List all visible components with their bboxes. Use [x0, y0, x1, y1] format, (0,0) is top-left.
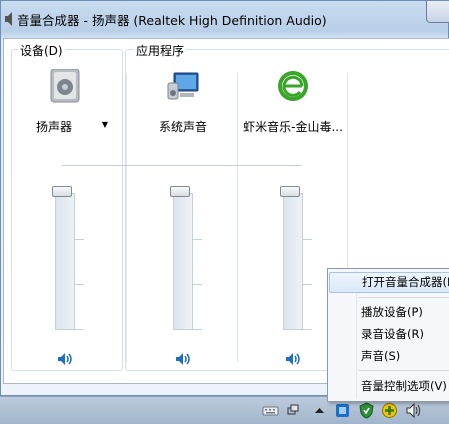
- slider-tick: [303, 329, 312, 330]
- device-group-label: 设备(D): [18, 42, 65, 59]
- device-channel: 扬声器 ▼: [10, 69, 120, 365]
- column-divider: [126, 73, 127, 363]
- system-sounds-volume-thumb[interactable]: [170, 186, 190, 197]
- restore-icon[interactable]: [285, 402, 302, 419]
- menu-item-recording-devices[interactable]: 录音设备(R): [329, 324, 449, 345]
- slider-tick: [75, 329, 84, 330]
- system-sounds-channel: 系统声音: [128, 69, 238, 365]
- xiami-music-volume-track[interactable]: [283, 193, 312, 330]
- system-sounds-volume-track[interactable]: [173, 193, 202, 330]
- speaker-device-icon: [50, 69, 80, 103]
- speaker-mute-icon[interactable]: [283, 350, 303, 368]
- app-name: 虾米音乐-金山毒...: [243, 120, 343, 134]
- security-plus-icon[interactable]: [381, 402, 398, 419]
- volume-tray-icon[interactable]: [405, 402, 422, 419]
- show-hidden-icons-icon[interactable]: [311, 402, 328, 419]
- app-name: 系统声音: [158, 120, 207, 134]
- menu-item-open-volume-mixer[interactable]: 打开音量合成器(M): [329, 272, 449, 293]
- speaker-mute-icon[interactable]: [55, 350, 75, 368]
- device-volume-track[interactable]: [55, 193, 84, 330]
- xiami-music-volume-thumb[interactable]: [280, 186, 300, 197]
- slider-tick: [75, 239, 84, 240]
- menu-item-sounds[interactable]: 声音(S): [329, 346, 449, 367]
- applications-group-label: 应用程序: [134, 42, 187, 59]
- slider-tick: [303, 284, 312, 285]
- slider-tick: [193, 284, 202, 285]
- slider-tick: [303, 239, 312, 240]
- blue-app-icon[interactable]: [334, 402, 351, 419]
- chevron-down-icon[interactable]: ▼: [102, 120, 108, 129]
- menu-divider: [359, 370, 449, 371]
- menu-item-volume-control-options[interactable]: 音量控制选项(V): [329, 376, 449, 397]
- slider-tick: [75, 284, 84, 285]
- xiami-music-icon: [278, 71, 308, 101]
- slider-tick: [193, 239, 202, 240]
- close-button[interactable]: [426, 1, 449, 23]
- device-volume-thumb[interactable]: [52, 186, 72, 197]
- slider-tick: [193, 329, 202, 330]
- shield-icon[interactable]: [358, 402, 375, 419]
- speaker-mute-icon[interactable]: [173, 350, 193, 368]
- speaker-title-icon: [5, 12, 12, 26]
- device-name[interactable]: 扬声器: [10, 118, 98, 135]
- window-title: 音量合成器 - 扬声器 (Realtek High Definition Aud…: [17, 13, 327, 28]
- menu-item-playback-devices[interactable]: 播放设备(P): [329, 302, 449, 323]
- volume-context-menu: 打开音量合成器(M) 播放设备(P) 录音设备(R) 声音(S) 音量控制选项(…: [327, 268, 449, 402]
- title-bar[interactable]: 音量合成器 - 扬声器 (Realtek High Definition Aud…: [1, 1, 449, 37]
- system-sounds-icon: [167, 72, 199, 100]
- menu-divider: [359, 297, 449, 298]
- keyboard-icon[interactable]: [262, 402, 279, 419]
